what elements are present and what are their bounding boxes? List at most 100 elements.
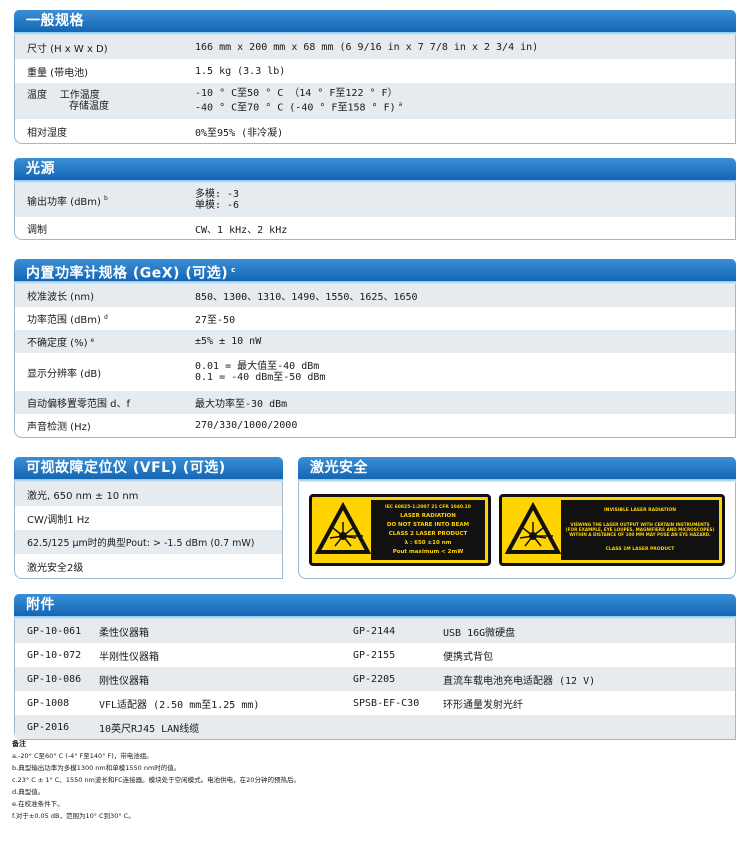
table-row: GP-1008 VFL适配器 (2.50 mm至1.25 mm) SPSB-EF… [15, 691, 735, 715]
table-row: 激光, 650 nm ± 10 nm [15, 482, 282, 506]
part-description: 环形通量发射光纤 [443, 699, 523, 711]
part-number: SPSB-EF-C30 [353, 697, 420, 709]
spec-label: 温度 工作温度 存储温度 [15, 90, 195, 112]
part-number: GP-2144 [353, 625, 396, 637]
footnotes: 备注 a.-20° C至60° C (-4° F至140° F)，带电池组。 b… [12, 738, 300, 822]
part-description: 半刚性仪器箱 [99, 651, 159, 663]
footnote-item: a.-20° C至60° C (-4° F至140° F)，带电池组。 [12, 752, 153, 760]
table-row: 输出功率 (dBm) b 多模: -3 单模: -6 [15, 183, 735, 217]
footnote-ref: b [103, 195, 108, 203]
laser-warning-icon [505, 502, 561, 554]
spec-label: 不确定度 (%) e [27, 336, 95, 349]
light-source-table: 输出功率 (dBm) b 多模: -3 单模: -6 调制 CW、1 kHz、2 … [14, 183, 736, 240]
multimode-value: 多模: -3 [195, 189, 240, 200]
accessories-table: GP-10-061 柔性仪器箱 GP-2144 USB 16G微硬盘 GP-10… [14, 619, 736, 740]
table-row: 激光安全2级 [15, 554, 282, 578]
footnote-ref: d [103, 313, 108, 321]
vfl-spec: 激光安全2级 [27, 562, 84, 574]
part-description: USB 16G微硬盘 [443, 627, 516, 639]
section-header: 光源 [14, 158, 736, 183]
spec-label: 输出功率 (dBm) b [27, 195, 108, 208]
part-number: GP-10-072 [27, 649, 82, 661]
part-description: 10英尺RJ45 LAN线缆 [99, 723, 200, 735]
table-row: GP-2016 10英尺RJ45 LAN线缆 [15, 715, 735, 739]
laser-safety-section: 激光安全 IEC 60825-1:2007 21 CFR 1040.10 LAS… [298, 457, 736, 579]
part-description: 便携式背包 [443, 651, 493, 663]
spec-value: 最大功率至-30 dBm [195, 399, 288, 410]
operating-temp-value: -10 ° C至50 ° C （14 ° F至122 ° F） [195, 88, 398, 100]
laser-class2-label: IEC 60825-1:2007 21 CFR 1040.10 LASER RA… [309, 494, 491, 566]
laser-label-text: IEC 60825-1:2007 21 CFR 1040.10 LASER RA… [371, 500, 485, 560]
table-row: 相对湿度 0%至95% (非冷凝) [15, 119, 735, 143]
table-row: 62.5/125 μm时的典型Pout: > -1.5 dBm (0.7 mW) [15, 530, 282, 554]
part-description: 柔性仪器箱 [99, 627, 149, 639]
table-row: 校准波长 (nm) 850、1300、1310、1490、1550、1625、1… [15, 284, 735, 307]
vfl-spec: 激光, 650 nm ± 10 nm [27, 490, 139, 502]
spec-value: CW、1 kHz、2 kHz [195, 224, 288, 236]
spec-value: 27至-50 [195, 315, 236, 326]
table-row: 自动偏移置零范围 d、f 最大功率至-30 dBm [15, 391, 735, 414]
vfl-table: 激光, 650 nm ± 10 nm CW/调制1 Hz 62.5/125 μm… [14, 482, 283, 579]
storage-temp-value: -40 ° C至70 ° C (-40 ° F至158 ° F) [195, 102, 396, 114]
table-row: GP-10-086 刚性仪器箱 GP-2205 直流车载电池充电适配器 (12 … [15, 667, 735, 691]
part-number: GP-2016 [27, 721, 70, 733]
section-header: 附件 [14, 594, 736, 619]
table-row: 尺寸 (H x W x D) 166 mm x 200 mm x 68 mm (… [15, 35, 735, 59]
laser-label-text: INVISIBLE LASER RADIATION VIEWING THE LA… [561, 500, 719, 560]
spec-label: 校准波长 (nm) [27, 292, 95, 303]
spec-value: 1.5 kg (3.3 lb) [195, 65, 286, 77]
spec-label: 尺寸 (H x W x D) [27, 43, 108, 55]
vfl-section: 可视故障定位仪 (VFL) (可选) 激光, 650 nm ± 10 nm CW… [14, 457, 283, 579]
table-row: GP-10-072 半刚性仪器箱 GP-2155 便携式背包 [15, 643, 735, 667]
footnote-ref: a [398, 101, 403, 109]
part-number: GP-1008 [27, 697, 70, 709]
part-description: 刚性仪器箱 [99, 675, 149, 687]
spec-label: 调制 [27, 224, 47, 236]
temp-label: 温度 [27, 90, 47, 101]
spec-value: 0%至95% (非冷凝) [195, 127, 284, 139]
general-specs-table: 尺寸 (H x W x D) 166 mm x 200 mm x 68 mm (… [14, 35, 736, 144]
part-number: GP-2205 [353, 673, 396, 685]
section-header: 内置功率计规格 (GeX) (可选) c [14, 259, 736, 284]
spec-label: 功率范围 (dBm) d [27, 313, 108, 326]
spec-value: -10 ° C至50 ° C （14 ° F至122 ° F） -40 ° C至… [195, 88, 402, 113]
part-number: GP-10-061 [27, 625, 82, 637]
spec-value: 166 mm x 200 mm x 68 mm (6 9/16 in x 7 7… [195, 41, 539, 53]
singlemode-value: 单模: -6 [195, 200, 240, 211]
resolution-value-1: 0.01 = 最大值至-40 dBm [195, 361, 320, 372]
footnote-item: d.典型值。 [12, 788, 45, 796]
table-row: 重量 (带电池) 1.5 kg (3.3 lb) [15, 59, 735, 83]
spec-label: 自动偏移置零范围 d、f [27, 399, 131, 410]
spec-value: 270/330/1000/2000 [195, 420, 298, 431]
section-header: 激光安全 [298, 457, 736, 482]
spec-label: 显示分辨率 (dB) [27, 368, 102, 380]
operating-temp-label: 工作温度 [59, 90, 100, 101]
accessories-section: 附件 GP-10-061 柔性仪器箱 GP-2144 USB 16G微硬盘 GP… [14, 594, 736, 740]
laser-warning-icon [315, 502, 371, 554]
power-meter-table: 校准波长 (nm) 850、1300、1310、1490、1550、1625、1… [14, 284, 736, 438]
power-meter-section: 内置功率计规格 (GeX) (可选) c 校准波长 (nm) 850、1300、1… [14, 259, 736, 438]
section-header: 一般规格 [14, 10, 736, 35]
general-specs-section: 一般规格 尺寸 (H x W x D) 166 mm x 200 mm x 68… [14, 10, 736, 144]
table-row: 温度 工作温度 存储温度 -10 ° C至50 ° C （14 ° F至122 … [15, 83, 735, 119]
spec-value: ±5% ± 10 nW [195, 336, 262, 347]
spec-label: 重量 (带电池) [27, 67, 88, 79]
table-row: 显示分辨率 (dB) 0.01 = 最大值至-40 dBm 0.1 = -40 … [15, 353, 735, 391]
table-row: 功率范围 (dBm) d 27至-50 [15, 307, 735, 330]
storage-temp-label: 存储温度 [69, 101, 109, 112]
table-row: GP-10-061 柔性仪器箱 GP-2144 USB 16G微硬盘 [15, 619, 735, 643]
resolution-value-2: 0.1 = -40 dBm至-50 dBm [195, 372, 326, 383]
footnote-item: e.在校准条件下。 [12, 800, 64, 808]
footnote-item: c.23° C ± 1° C、1550 nm波长和FC连接器。模块处于空闲模式。… [12, 776, 300, 784]
light-source-section: 光源 输出功率 (dBm) b 多模: -3 单模: -6 调制 CW、1 kHz… [14, 158, 736, 240]
footnote-item: f.对于±0.05 dB，范围为10° C到30° C。 [12, 812, 135, 820]
footnotes-title: 备注 [12, 740, 26, 748]
footnote-item: b.典型输出功率为多模1300 nm和单模1550 nm时的值。 [12, 764, 181, 772]
part-number: GP-10-086 [27, 673, 82, 685]
part-number: GP-2155 [353, 649, 396, 661]
spec-value: 0.01 = 最大值至-40 dBm 0.1 = -40 dBm至-50 dBm [195, 361, 325, 383]
vfl-spec: 62.5/125 μm时的典型Pout: > -1.5 dBm (0.7 mW) [27, 538, 255, 549]
spec-label: 声音检测 (Hz) [27, 422, 91, 433]
table-row: 不确定度 (%) e ±5% ± 10 nW [15, 330, 735, 353]
spec-label: 相对湿度 [27, 127, 67, 139]
